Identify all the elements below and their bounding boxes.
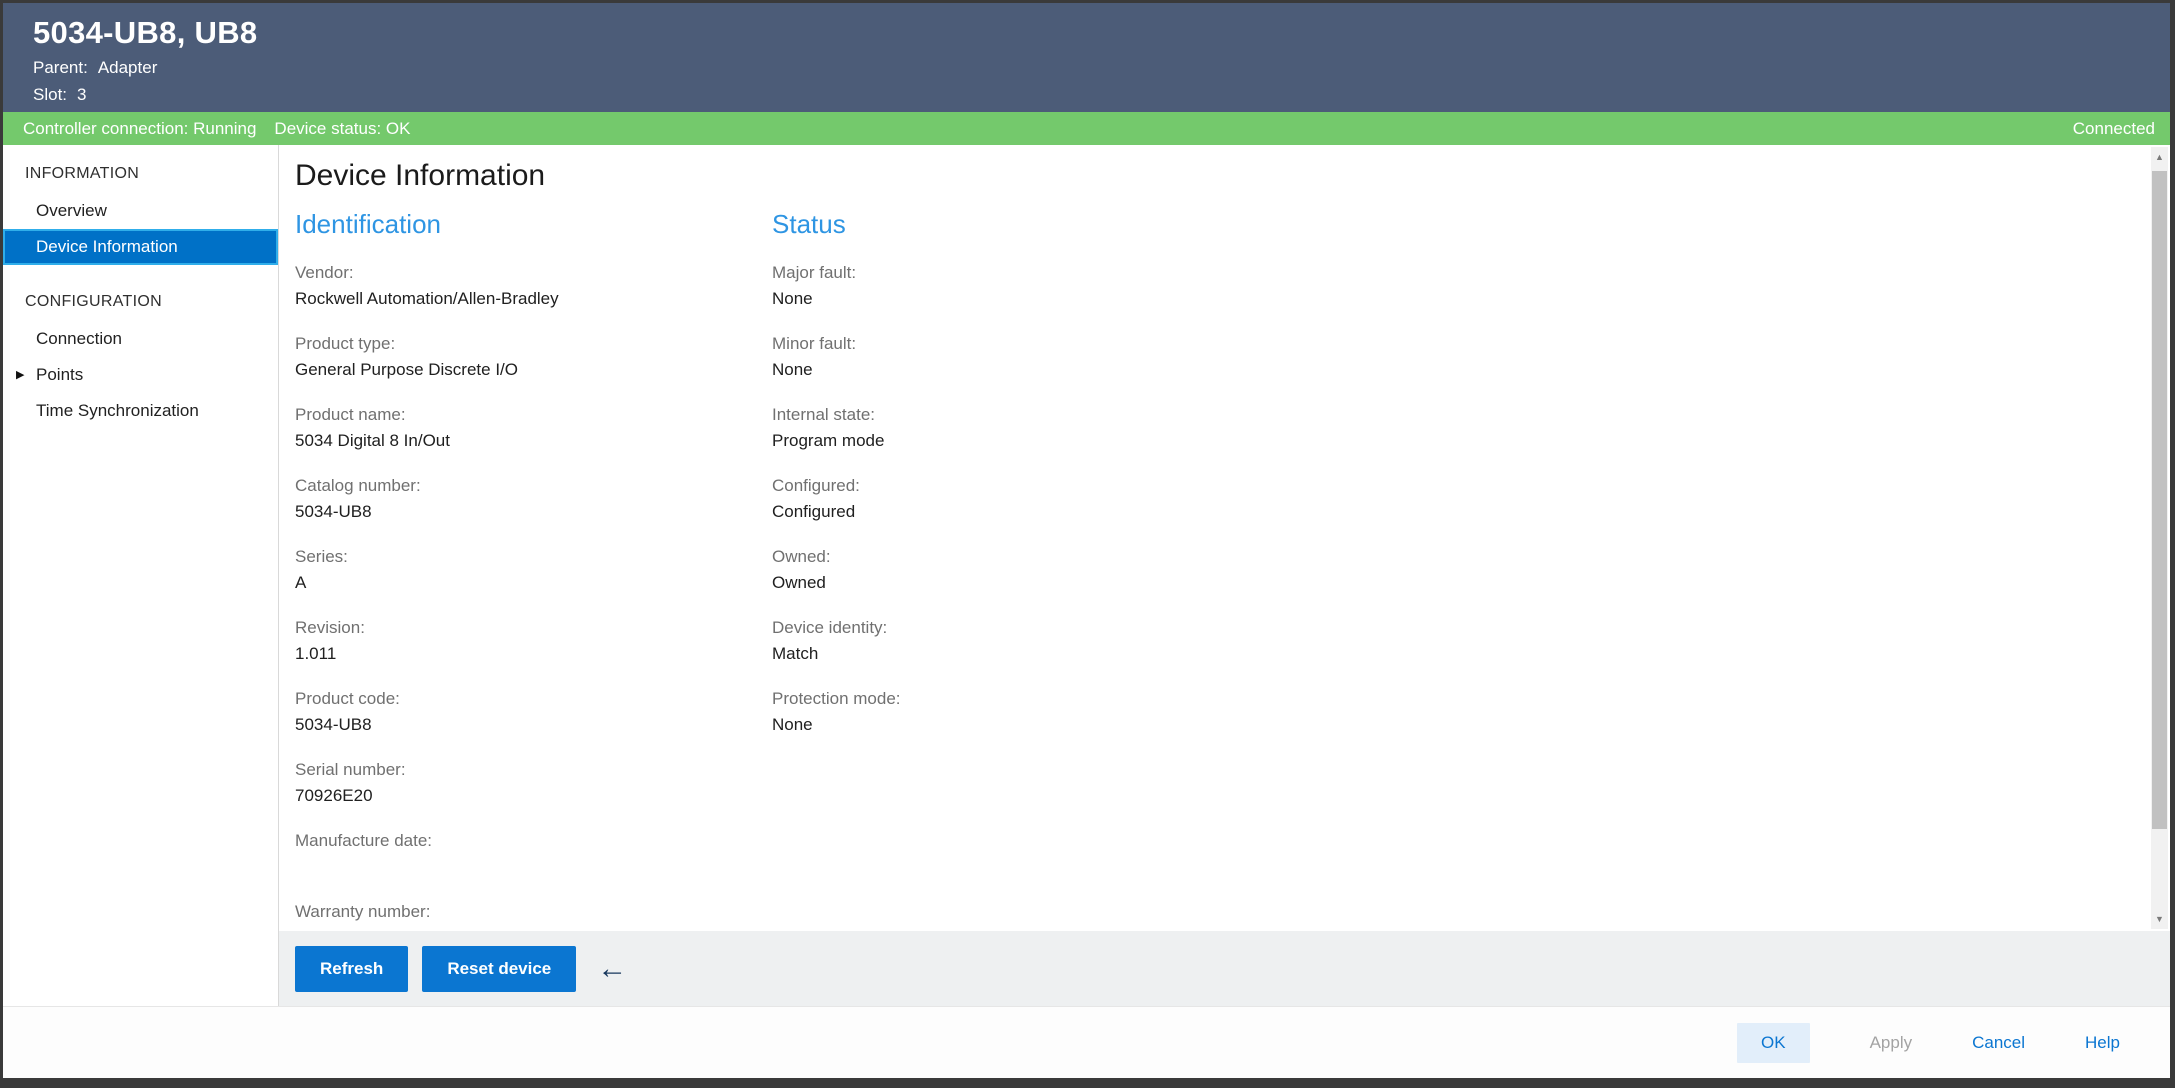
parent-value: Adapter <box>98 58 158 77</box>
field-value: Configured <box>772 500 1232 524</box>
sidebar-section-information: INFORMATION Overview Device Information <box>3 157 278 265</box>
page-title: Device Information <box>295 159 545 193</box>
field-value: Owned <box>772 571 1232 595</box>
reset-device-button[interactable]: Reset device <box>422 946 576 992</box>
field-warranty-number: Warranty number: <box>295 901 755 931</box>
slot-row: Slot: 3 <box>33 85 2170 105</box>
field-minor-fault: Minor fault: None <box>772 333 1232 382</box>
field-value: 5034-UB8 <box>295 500 755 524</box>
field-label: Revision: <box>295 617 755 639</box>
sidebar-header-configuration: CONFIGURATION <box>3 285 278 321</box>
sidebar-item-points-label: Points <box>36 365 83 384</box>
field-value: None <box>772 287 1232 311</box>
field-label: Major fault: <box>772 262 1232 284</box>
field-internal-state: Internal state: Program mode <box>772 404 1232 453</box>
identification-heading: Identification <box>295 209 755 240</box>
field-product-code: Product code: 5034-UB8 <box>295 688 755 737</box>
device-title: 5034-UB8, UB8 <box>33 15 2170 51</box>
field-device-identity: Device identity: Match <box>772 617 1232 666</box>
scrollbar-thumb[interactable] <box>2152 171 2167 829</box>
parent-row: Parent: Adapter <box>33 58 2170 78</box>
vertical-scrollbar[interactable]: ▲ ▼ <box>2151 147 2168 929</box>
sidebar-item-device-information[interactable]: Device Information <box>3 229 278 265</box>
field-series: Series: A <box>295 546 755 595</box>
field-value: Match <box>772 642 1232 666</box>
sidebar-item-points[interactable]: ▶ Points <box>3 357 278 393</box>
field-label: Series: <box>295 546 755 568</box>
field-value: General Purpose Discrete I/O <box>295 358 755 382</box>
field-revision: Revision: 1.011 <box>295 617 755 666</box>
help-button[interactable]: Help <box>2085 1033 2120 1053</box>
field-protection-mode: Protection mode: None <box>772 688 1232 737</box>
refresh-button[interactable]: Refresh <box>295 946 408 992</box>
field-major-fault: Major fault: None <box>772 262 1232 311</box>
field-value <box>295 855 755 879</box>
field-value: Program mode <box>772 429 1232 453</box>
field-value: 1.011 <box>295 642 755 666</box>
field-manufacture-date: Manufacture date: <box>295 830 755 879</box>
field-label: Vendor: <box>295 262 755 284</box>
field-label: Configured: <box>772 475 1232 497</box>
scrollbar-down-arrow-icon[interactable]: ▼ <box>2151 909 2168 929</box>
sidebar-item-time-synchronization[interactable]: Time Synchronization <box>3 393 278 429</box>
device-status: Device status: OK <box>274 119 410 139</box>
field-product-name: Product name: 5034 Digital 8 In/Out <box>295 404 755 453</box>
field-value: A <box>295 571 755 595</box>
field-label: Owned: <box>772 546 1232 568</box>
field-value <box>295 926 755 931</box>
sidebar-section-configuration: CONFIGURATION Connection ▶ Points Time S… <box>3 285 278 429</box>
window-header: 5034-UB8, UB8 Parent: Adapter Slot: 3 <box>3 3 2170 112</box>
sidebar-item-connection[interactable]: Connection <box>3 321 278 357</box>
cancel-button[interactable]: Cancel <box>1972 1033 2025 1053</box>
device-information-panel: Device Information Identification Vendor… <box>279 145 2170 931</box>
controller-connection-status: Controller connection: Running <box>23 119 256 139</box>
field-vendor: Vendor: Rockwell Automation/Allen-Bradle… <box>295 262 755 311</box>
field-label: Protection mode: <box>772 688 1232 710</box>
identification-column: Identification Vendor: Rockwell Automati… <box>295 209 755 931</box>
field-label: Serial number: <box>295 759 755 781</box>
field-label: Minor fault: <box>772 333 1232 355</box>
field-label: Manufacture date: <box>295 830 755 852</box>
field-catalog-number: Catalog number: 5034-UB8 <box>295 475 755 524</box>
field-configured: Configured: Configured <box>772 475 1232 524</box>
dialog-footer: OK Apply Cancel Help <box>3 1006 2170 1078</box>
status-column: Status Major fault: None Minor fault: No… <box>772 209 1232 737</box>
field-value: 70926E20 <box>295 784 755 808</box>
slot-value: 3 <box>77 85 86 104</box>
ok-button[interactable]: OK <box>1737 1023 1810 1063</box>
field-value: 5034 Digital 8 In/Out <box>295 429 755 453</box>
expand-caret-icon[interactable]: ▶ <box>16 368 24 381</box>
field-value: 5034-UB8 <box>295 713 755 737</box>
slot-label: Slot: <box>33 85 67 104</box>
back-arrow-icon[interactable]: ← <box>597 954 627 984</box>
scrollbar-up-arrow-icon[interactable]: ▲ <box>2151 147 2168 167</box>
field-serial-number: Serial number: 70926E20 <box>295 759 755 808</box>
field-label: Product name: <box>295 404 755 426</box>
field-label: Product type: <box>295 333 755 355</box>
status-heading: Status <box>772 209 1232 240</box>
field-label: Internal state: <box>772 404 1232 426</box>
field-owned: Owned: Owned <box>772 546 1232 595</box>
field-product-type: Product type: General Purpose Discrete I… <box>295 333 755 382</box>
parent-label: Parent: <box>33 58 88 77</box>
field-label: Catalog number: <box>295 475 755 497</box>
field-label: Device identity: <box>772 617 1232 639</box>
apply-button[interactable]: Apply <box>1870 1033 1913 1053</box>
sidebar-item-overview[interactable]: Overview <box>3 193 278 229</box>
field-value: None <box>772 713 1232 737</box>
device-properties-window: 5034-UB8, UB8 Parent: Adapter Slot: 3 Cont… <box>0 0 2175 1088</box>
sidebar-header-information: INFORMATION <box>3 157 278 193</box>
action-bar: Refresh Reset device ← <box>279 931 2170 1006</box>
field-label: Warranty number: <box>295 901 755 923</box>
navigation-sidebar: INFORMATION Overview Device Information … <box>3 145 279 1006</box>
connected-badge: Connected <box>2073 119 2155 139</box>
connection-status-bar: Controller connection: Running Device st… <box>3 112 2170 145</box>
field-value: Rockwell Automation/Allen-Bradley <box>295 287 755 311</box>
field-value: None <box>772 358 1232 382</box>
field-label: Product code: <box>295 688 755 710</box>
